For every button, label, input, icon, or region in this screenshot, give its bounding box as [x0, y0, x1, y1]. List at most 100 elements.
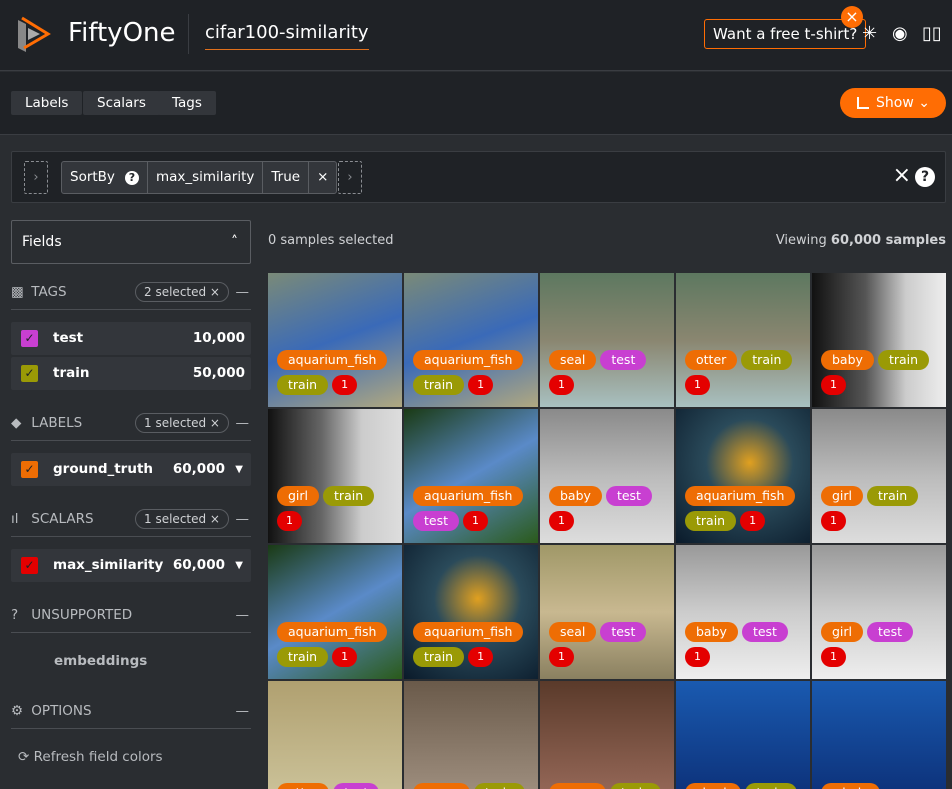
sample-tile[interactable]: aquarium_fish train 1	[403, 544, 539, 680]
sample-tile[interactable]: whale	[811, 680, 947, 789]
sample-tag: test	[600, 622, 647, 642]
tile-tags: seal test 1	[549, 622, 670, 667]
sidebar: Fields ˄ ▩ TAGS 2 selected × — ✓ test 10,000 …	[0, 204, 262, 789]
checkbox[interactable]: ✓	[21, 365, 38, 382]
tag-row-train[interactable]: ✓ train 50,000	[11, 357, 251, 390]
max-similarity-value: 1	[821, 647, 846, 667]
section-title: SCALARS	[31, 511, 94, 527]
sample-tile[interactable]: aquarium_fish train 1	[267, 272, 403, 408]
collapse-icon[interactable]: —	[236, 501, 250, 537]
ground-truth-label: shark	[685, 783, 742, 789]
caret-down-icon[interactable]: ▼	[235, 549, 243, 582]
field-name: max_similarity	[53, 557, 164, 573]
sample-tile[interactable]: ottertest	[267, 680, 403, 789]
sample-tag: test	[600, 350, 647, 370]
sample-tag: train	[473, 783, 526, 789]
sample-tile[interactable]: girl train 1	[267, 408, 403, 544]
docs-book-icon[interactable]: ▯▯	[922, 23, 942, 44]
sample-tile[interactable]: aquarium_fish test 1	[403, 408, 539, 544]
sample-tile[interactable]: aquarium_fish train 1	[675, 408, 811, 544]
options-section-header[interactable]: ⚙ OPTIONS —	[11, 693, 251, 729]
max-similarity-value: 1	[332, 375, 358, 395]
github-icon[interactable]: ◉	[892, 23, 908, 44]
sample-tile[interactable]: sharktrain	[675, 680, 811, 789]
collapse-icon[interactable]: —	[236, 405, 250, 441]
max-similarity-value: 1	[468, 375, 494, 395]
add-stage-button[interactable]: ›	[338, 161, 362, 194]
ground-truth-label: whale	[821, 783, 880, 789]
sample-tile[interactable]: girl train 1	[811, 408, 947, 544]
add-stage-button[interactable]: ›	[24, 161, 48, 194]
scalars-button[interactable]: Scalars	[83, 91, 160, 115]
divider	[188, 14, 189, 54]
tile-tags: baby test 1	[685, 622, 806, 667]
caret-down-icon[interactable]: ▼	[235, 453, 243, 486]
tile-tags: sharktrain	[685, 783, 806, 789]
sample-tag: test	[741, 622, 788, 642]
tags-button[interactable]: Tags	[158, 91, 216, 115]
labels-section-header[interactable]: ◆ LABELS 1 selected × —	[11, 405, 251, 441]
scalar-row-max-similarity[interactable]: ✓ max_similarity 60,000 ▼	[11, 549, 251, 582]
selected-pill[interactable]: 1 selected ×	[135, 509, 229, 529]
fiftyone-logo-icon[interactable]	[12, 14, 52, 54]
label-row-ground-truth[interactable]: ✓ ground_truth 60,000 ▼	[11, 453, 251, 486]
max-similarity-value: 1	[821, 511, 846, 531]
sample-tile[interactable]: baby test 1	[539, 408, 675, 544]
close-icon[interactable]: ×	[841, 6, 863, 28]
scalars-section-header[interactable]: ıl SCALARS 1 selected × —	[11, 501, 251, 537]
fields-dropdown[interactable]: Fields ˄	[11, 220, 251, 264]
labels-button[interactable]: Labels	[11, 91, 83, 115]
ground-truth-label: worm	[413, 783, 470, 789]
checkbox[interactable]: ✓	[21, 461, 38, 478]
sample-tile[interactable]: wormtrain	[539, 680, 675, 789]
field-count: 60,000	[172, 557, 225, 573]
sample-tag: train	[413, 647, 465, 667]
sample-tile[interactable]: otter train 1	[675, 272, 811, 408]
checkbox[interactable]: ✓	[21, 330, 38, 347]
stage-field[interactable]: max_similarity	[148, 162, 264, 193]
sample-tag: train	[323, 486, 375, 506]
refresh-colors-button[interactable]: ⟳ Refresh field colors	[18, 749, 163, 765]
max-similarity-value: 1	[740, 511, 766, 531]
ground-truth-label: aquarium_fish	[277, 350, 388, 370]
collapse-icon[interactable]: —	[236, 274, 250, 310]
sample-tile[interactable]: wormtrain	[403, 680, 539, 789]
remove-stage-icon[interactable]: ×	[309, 162, 336, 193]
tshirt-button[interactable]: Want a free t-shirt?	[704, 19, 867, 49]
sample-tile[interactable]: baby test 1	[675, 544, 811, 680]
sample-tile[interactable]: seal test 1	[539, 272, 675, 408]
sample-tile[interactable]: seal test 1	[539, 544, 675, 680]
stage-reverse[interactable]: True	[263, 162, 310, 193]
sample-tile[interactable]: girl test 1	[811, 544, 947, 680]
sample-tile[interactable]: aquarium_fish train 1	[403, 272, 539, 408]
chart-icon	[857, 97, 869, 109]
ground-truth-label: aquarium_fish	[413, 622, 524, 642]
ground-truth-label: girl	[277, 486, 320, 506]
sample-tag: train	[609, 783, 662, 789]
max-similarity-value: 1	[685, 375, 710, 395]
tags-section-header[interactable]: ▩ TAGS 2 selected × —	[11, 274, 251, 310]
selected-pill[interactable]: 2 selected ×	[135, 282, 229, 302]
dataset-selector[interactable]: cifar100-similarity	[205, 22, 369, 50]
show-button[interactable]: Show ⌄	[840, 88, 946, 118]
sample-tile[interactable]: baby train 1	[811, 272, 947, 408]
viewing-prefix: Viewing	[775, 233, 831, 248]
field-name: test	[53, 330, 84, 346]
sample-tag: test	[413, 511, 460, 531]
slack-icon[interactable]: ✳	[862, 23, 877, 44]
collapse-icon[interactable]: —	[236, 693, 250, 729]
sample-tile[interactable]: aquarium_fish train 1	[267, 544, 403, 680]
unsupported-section-header[interactable]: ? UNSUPPORTED —	[11, 597, 251, 633]
help-icon[interactable]: ?	[915, 167, 935, 187]
clear-view-icon[interactable]: ×	[893, 164, 911, 188]
collapse-icon[interactable]: —	[236, 597, 250, 633]
show-label: Show	[876, 95, 914, 111]
tile-tags: whale	[821, 783, 942, 789]
max-similarity-value: 1	[549, 647, 574, 667]
checkbox[interactable]: ✓	[21, 557, 38, 574]
selected-pill[interactable]: 1 selected ×	[135, 413, 229, 433]
tag-row-test[interactable]: ✓ test 10,000	[11, 322, 251, 355]
help-icon[interactable]: ?	[124, 171, 139, 185]
tile-tags: wormtrain	[413, 783, 534, 789]
view-stage[interactable]: SortBy? max_similarity True ×	[61, 161, 338, 194]
